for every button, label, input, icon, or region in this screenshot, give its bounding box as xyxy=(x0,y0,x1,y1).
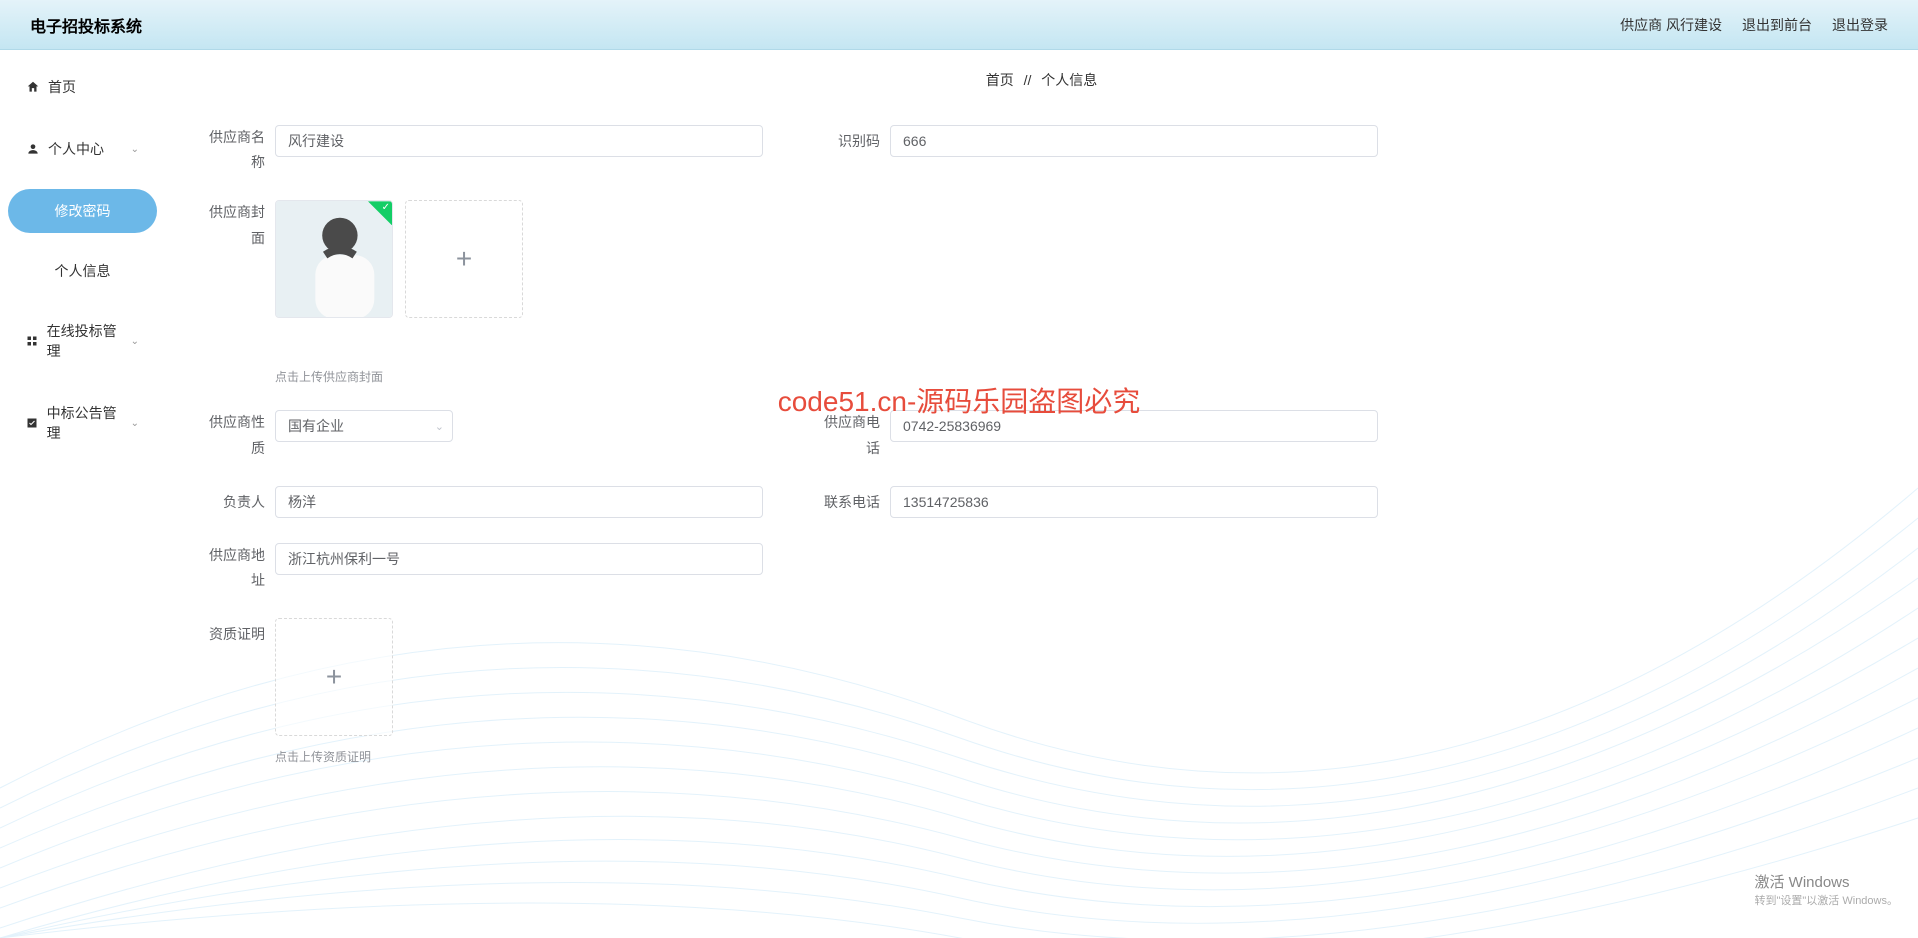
sidebar-item-award-notice[interactable]: 中标公告管理 ⌄ xyxy=(8,391,157,455)
cover-upload-hint: 点击上传供应商封面 xyxy=(275,368,523,385)
supplier-name-label: 供应商名称 xyxy=(205,125,275,175)
home-icon xyxy=(26,80,40,94)
supplier-phone-input[interactable] xyxy=(890,410,1378,442)
sidebar-item-change-password[interactable]: 修改密码 xyxy=(8,189,157,233)
nature-select[interactable]: 国有企业 ⌄ xyxy=(275,410,453,442)
cert-upload-button[interactable]: + xyxy=(275,618,393,736)
breadcrumb-current: 个人信息 xyxy=(1041,72,1097,88)
nature-label: 供应商性质 xyxy=(205,410,275,460)
sidebar: 首页 个人中心 ⌄ 修改密码 个人信息 在线投标管理 ⌄ 中标公告管理 xyxy=(0,50,165,938)
breadcrumb-sep: // xyxy=(1024,72,1032,88)
sidebar-item-home[interactable]: 首页 xyxy=(8,65,157,109)
exit-front-link[interactable]: 退出到前台 xyxy=(1742,15,1812,35)
header-right: 供应商 风行建设 退出到前台 退出登录 xyxy=(1620,15,1888,35)
contact-phone-label: 联系电话 xyxy=(820,486,890,518)
header: 电子招投标系统 供应商 风行建设 退出到前台 退出登录 xyxy=(0,0,1918,50)
breadcrumb-home[interactable]: 首页 xyxy=(986,72,1014,88)
main-content: 首页 // 个人信息 供应商名称 识别码 供应商封面 xyxy=(165,50,1918,938)
breadcrumb: 首页 // 个人信息 xyxy=(205,70,1878,90)
sidebar-item-personal-info[interactable]: 个人信息 xyxy=(8,251,157,291)
cert-label: 资质证明 xyxy=(205,618,275,650)
address-label: 供应商地址 xyxy=(205,543,275,593)
id-code-label: 识别码 xyxy=(820,125,890,157)
plus-icon: + xyxy=(326,661,342,693)
chevron-down-icon: ⌄ xyxy=(131,418,139,429)
plus-icon: + xyxy=(456,243,472,275)
address-input[interactable] xyxy=(275,543,763,575)
id-code-input[interactable] xyxy=(890,125,1378,157)
person-input[interactable] xyxy=(275,486,763,518)
user-info[interactable]: 供应商 风行建设 xyxy=(1620,15,1722,35)
person-label: 负责人 xyxy=(205,486,275,518)
cover-label: 供应商封面 xyxy=(205,200,275,250)
sidebar-item-bid-manage[interactable]: 在线投标管理 ⌄ xyxy=(8,309,157,373)
cert-upload-hint: 点击上传资质证明 xyxy=(275,748,393,765)
grid-icon xyxy=(26,334,39,348)
contact-phone-input[interactable] xyxy=(890,486,1378,518)
cover-image-preview[interactable]: ✓ xyxy=(275,200,393,318)
chevron-down-icon: ⌄ xyxy=(131,144,139,155)
chevron-down-icon: ⌄ xyxy=(131,336,139,347)
personal-info-form: 供应商名称 识别码 供应商封面 xyxy=(205,125,1435,765)
supplier-name-input[interactable] xyxy=(275,125,763,157)
supplier-phone-label: 供应商电话 xyxy=(820,410,890,460)
logout-link[interactable]: 退出登录 xyxy=(1832,15,1888,35)
user-icon xyxy=(26,142,40,156)
cover-upload-button[interactable]: + xyxy=(405,200,523,318)
sidebar-item-personal-center[interactable]: 个人中心 ⌄ xyxy=(8,127,157,171)
check-square-icon xyxy=(26,416,39,430)
chevron-down-icon: ⌄ xyxy=(435,420,444,433)
app-title: 电子招投标系统 xyxy=(30,13,142,37)
